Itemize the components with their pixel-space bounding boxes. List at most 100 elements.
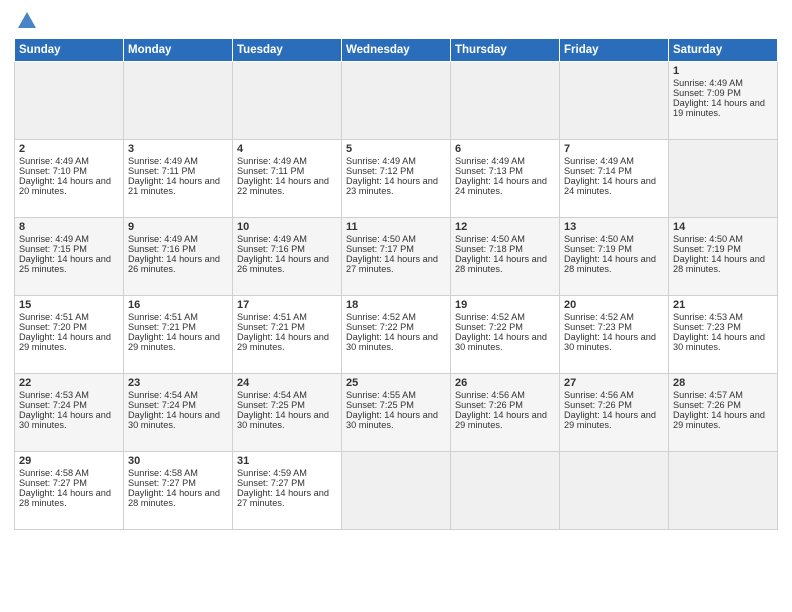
daylight-text: Daylight: 14 hours and 29 minutes. — [455, 410, 555, 430]
sunset-text: Sunset: 7:12 PM — [346, 166, 446, 176]
sunset-text: Sunset: 7:14 PM — [564, 166, 664, 176]
calendar-cell: 31Sunrise: 4:59 AMSunset: 7:27 PMDayligh… — [233, 452, 342, 530]
sunrise-text: Sunrise: 4:50 AM — [564, 234, 664, 244]
daylight-text: Daylight: 14 hours and 23 minutes. — [346, 176, 446, 196]
calendar-cell — [560, 62, 669, 140]
logo-icon — [16, 10, 38, 32]
sunrise-text: Sunrise: 4:52 AM — [564, 312, 664, 322]
calendar-cell: 10Sunrise: 4:49 AMSunset: 7:16 PMDayligh… — [233, 218, 342, 296]
sunrise-text: Sunrise: 4:50 AM — [346, 234, 446, 244]
calendar-cell: 26Sunrise: 4:56 AMSunset: 7:26 PMDayligh… — [451, 374, 560, 452]
day-number: 1 — [673, 65, 773, 77]
column-header-thursday: Thursday — [451, 39, 560, 62]
daylight-text: Daylight: 14 hours and 30 minutes. — [673, 332, 773, 352]
calendar-cell — [342, 452, 451, 530]
calendar-cell: 9Sunrise: 4:49 AMSunset: 7:16 PMDaylight… — [124, 218, 233, 296]
calendar-cell: 11Sunrise: 4:50 AMSunset: 7:17 PMDayligh… — [342, 218, 451, 296]
calendar-cell: 4Sunrise: 4:49 AMSunset: 7:11 PMDaylight… — [233, 140, 342, 218]
sunset-text: Sunset: 7:11 PM — [128, 166, 228, 176]
daylight-text: Daylight: 14 hours and 22 minutes. — [237, 176, 337, 196]
calendar-cell: 20Sunrise: 4:52 AMSunset: 7:23 PMDayligh… — [560, 296, 669, 374]
sunrise-text: Sunrise: 4:50 AM — [673, 234, 773, 244]
calendar-cell: 30Sunrise: 4:58 AMSunset: 7:27 PMDayligh… — [124, 452, 233, 530]
day-number: 28 — [673, 377, 773, 389]
day-number: 30 — [128, 455, 228, 467]
day-number: 7 — [564, 143, 664, 155]
sunset-text: Sunset: 7:18 PM — [455, 244, 555, 254]
sunset-text: Sunset: 7:16 PM — [128, 244, 228, 254]
day-number: 12 — [455, 221, 555, 233]
daylight-text: Daylight: 14 hours and 29 minutes. — [564, 410, 664, 430]
sunset-text: Sunset: 7:21 PM — [237, 322, 337, 332]
day-number: 31 — [237, 455, 337, 467]
day-number: 16 — [128, 299, 228, 311]
column-header-tuesday: Tuesday — [233, 39, 342, 62]
sunset-text: Sunset: 7:09 PM — [673, 88, 773, 98]
sunrise-text: Sunrise: 4:49 AM — [19, 156, 119, 166]
sunrise-text: Sunrise: 4:49 AM — [564, 156, 664, 166]
day-number: 4 — [237, 143, 337, 155]
calendar-cell — [560, 452, 669, 530]
sunrise-text: Sunrise: 4:55 AM — [346, 390, 446, 400]
daylight-text: Daylight: 14 hours and 21 minutes. — [128, 176, 228, 196]
sunset-text: Sunset: 7:19 PM — [564, 244, 664, 254]
calendar-cell: 12Sunrise: 4:50 AMSunset: 7:18 PMDayligh… — [451, 218, 560, 296]
daylight-text: Daylight: 14 hours and 27 minutes. — [237, 488, 337, 508]
day-number: 17 — [237, 299, 337, 311]
sunset-text: Sunset: 7:24 PM — [128, 400, 228, 410]
daylight-text: Daylight: 14 hours and 19 minutes. — [673, 98, 773, 118]
daylight-text: Daylight: 14 hours and 30 minutes. — [564, 332, 664, 352]
sunset-text: Sunset: 7:23 PM — [564, 322, 664, 332]
sunset-text: Sunset: 7:22 PM — [346, 322, 446, 332]
day-number: 5 — [346, 143, 446, 155]
day-number: 26 — [455, 377, 555, 389]
calendar-cell — [669, 140, 778, 218]
calendar-cell — [451, 62, 560, 140]
sunrise-text: Sunrise: 4:53 AM — [673, 312, 773, 322]
daylight-text: Daylight: 14 hours and 26 minutes. — [237, 254, 337, 274]
day-number: 18 — [346, 299, 446, 311]
sunrise-text: Sunrise: 4:59 AM — [237, 468, 337, 478]
column-header-friday: Friday — [560, 39, 669, 62]
sunset-text: Sunset: 7:25 PM — [237, 400, 337, 410]
day-number: 25 — [346, 377, 446, 389]
daylight-text: Daylight: 14 hours and 29 minutes. — [19, 332, 119, 352]
sunrise-text: Sunrise: 4:49 AM — [455, 156, 555, 166]
sunrise-text: Sunrise: 4:53 AM — [19, 390, 119, 400]
calendar-cell: 2Sunrise: 4:49 AMSunset: 7:10 PMDaylight… — [15, 140, 124, 218]
calendar-cell — [342, 62, 451, 140]
daylight-text: Daylight: 14 hours and 25 minutes. — [19, 254, 119, 274]
calendar-cell: 14Sunrise: 4:50 AMSunset: 7:19 PMDayligh… — [669, 218, 778, 296]
day-number: 11 — [346, 221, 446, 233]
sunset-text: Sunset: 7:17 PM — [346, 244, 446, 254]
calendar-cell: 27Sunrise: 4:56 AMSunset: 7:26 PMDayligh… — [560, 374, 669, 452]
sunrise-text: Sunrise: 4:58 AM — [128, 468, 228, 478]
daylight-text: Daylight: 14 hours and 30 minutes. — [19, 410, 119, 430]
day-number: 13 — [564, 221, 664, 233]
sunset-text: Sunset: 7:27 PM — [128, 478, 228, 488]
daylight-text: Daylight: 14 hours and 30 minutes. — [346, 410, 446, 430]
sunrise-text: Sunrise: 4:51 AM — [237, 312, 337, 322]
sunrise-text: Sunrise: 4:50 AM — [455, 234, 555, 244]
calendar-cell: 3Sunrise: 4:49 AMSunset: 7:11 PMDaylight… — [124, 140, 233, 218]
sunrise-text: Sunrise: 4:49 AM — [673, 78, 773, 88]
daylight-text: Daylight: 14 hours and 30 minutes. — [455, 332, 555, 352]
sunrise-text: Sunrise: 4:49 AM — [237, 234, 337, 244]
calendar-cell: 1Sunrise: 4:49 AMSunset: 7:09 PMDaylight… — [669, 62, 778, 140]
sunset-text: Sunset: 7:26 PM — [455, 400, 555, 410]
day-number: 6 — [455, 143, 555, 155]
column-header-monday: Monday — [124, 39, 233, 62]
week-row-4: 15Sunrise: 4:51 AMSunset: 7:20 PMDayligh… — [15, 296, 778, 374]
daylight-text: Daylight: 14 hours and 28 minutes. — [455, 254, 555, 274]
daylight-text: Daylight: 14 hours and 24 minutes. — [455, 176, 555, 196]
calendar-cell: 5Sunrise: 4:49 AMSunset: 7:12 PMDaylight… — [342, 140, 451, 218]
sunrise-text: Sunrise: 4:51 AM — [128, 312, 228, 322]
daylight-text: Daylight: 14 hours and 20 minutes. — [19, 176, 119, 196]
calendar-cell — [124, 62, 233, 140]
day-number: 27 — [564, 377, 664, 389]
sunrise-text: Sunrise: 4:56 AM — [564, 390, 664, 400]
calendar-cell: 23Sunrise: 4:54 AMSunset: 7:24 PMDayligh… — [124, 374, 233, 452]
sunrise-text: Sunrise: 4:56 AM — [455, 390, 555, 400]
calendar-cell: 7Sunrise: 4:49 AMSunset: 7:14 PMDaylight… — [560, 140, 669, 218]
sunset-text: Sunset: 7:27 PM — [237, 478, 337, 488]
